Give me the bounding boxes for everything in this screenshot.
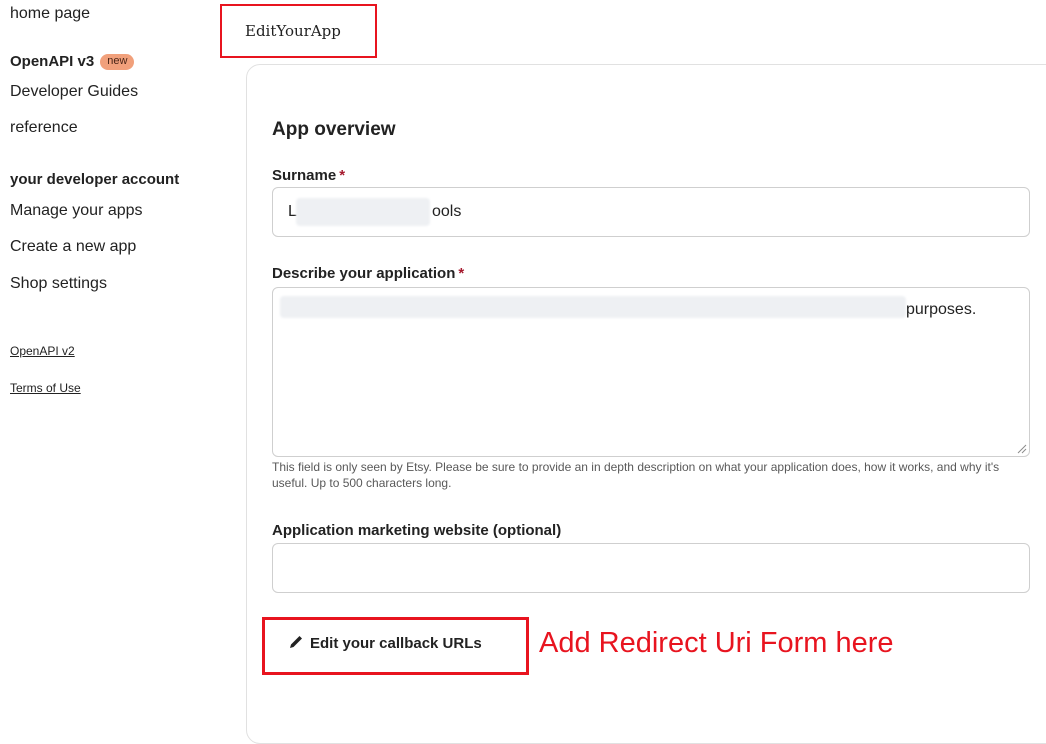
description-label-text: Describe your application xyxy=(272,265,456,282)
edit-callback-urls-button[interactable]: Edit your callback URLs xyxy=(288,634,482,652)
annotation-text: Add Redirect Uri Form here xyxy=(539,627,894,659)
nav-home-page[interactable]: home page xyxy=(10,5,90,23)
pencil-icon xyxy=(290,636,302,648)
website-input[interactable] xyxy=(272,543,1030,593)
nav-openapi-v3-label: OpenAPI v3 xyxy=(10,53,95,70)
nav-terms-of-use[interactable]: Terms of Use xyxy=(10,381,81,395)
nav-create-app[interactable]: Create a new app xyxy=(10,238,136,256)
nav-developer-guides[interactable]: Developer Guides xyxy=(10,83,138,101)
description-value-end: purposes. xyxy=(906,301,977,318)
section-title: App overview xyxy=(272,119,396,140)
surname-label: Surname * xyxy=(272,167,345,184)
account-heading: your developer account xyxy=(10,171,180,188)
required-mark: * xyxy=(458,265,465,282)
redacted-blur xyxy=(296,198,430,226)
website-label: Application marketing website (optional) xyxy=(272,522,562,539)
nav-manage-apps[interactable]: Manage your apps xyxy=(10,202,143,220)
surname-label-text: Surname xyxy=(272,167,337,184)
nav-openapi-v3[interactable]: OpenAPI v3 new xyxy=(10,53,135,70)
resize-grip-icon[interactable] xyxy=(1016,443,1027,454)
edit-callback-urls-label: Edit your callback URLs xyxy=(310,635,482,652)
description-label: Describe your application * xyxy=(272,265,464,282)
new-badge: new xyxy=(100,54,135,70)
nav-reference[interactable]: reference xyxy=(10,119,78,137)
nav-shop-settings[interactable]: Shop settings xyxy=(10,275,107,293)
surname-value-end: ools xyxy=(432,203,462,220)
page-title: EditYourApp xyxy=(245,22,341,40)
required-mark: * xyxy=(339,167,346,184)
redacted-blur xyxy=(280,296,906,318)
sidebar: home page OpenAPI v3 new Developer Guides… xyxy=(0,0,230,717)
description-help-text: This field is only seen by Etsy. Please … xyxy=(272,460,1000,490)
nav-openapi-v2[interactable]: OpenAPI v2 xyxy=(10,344,75,358)
